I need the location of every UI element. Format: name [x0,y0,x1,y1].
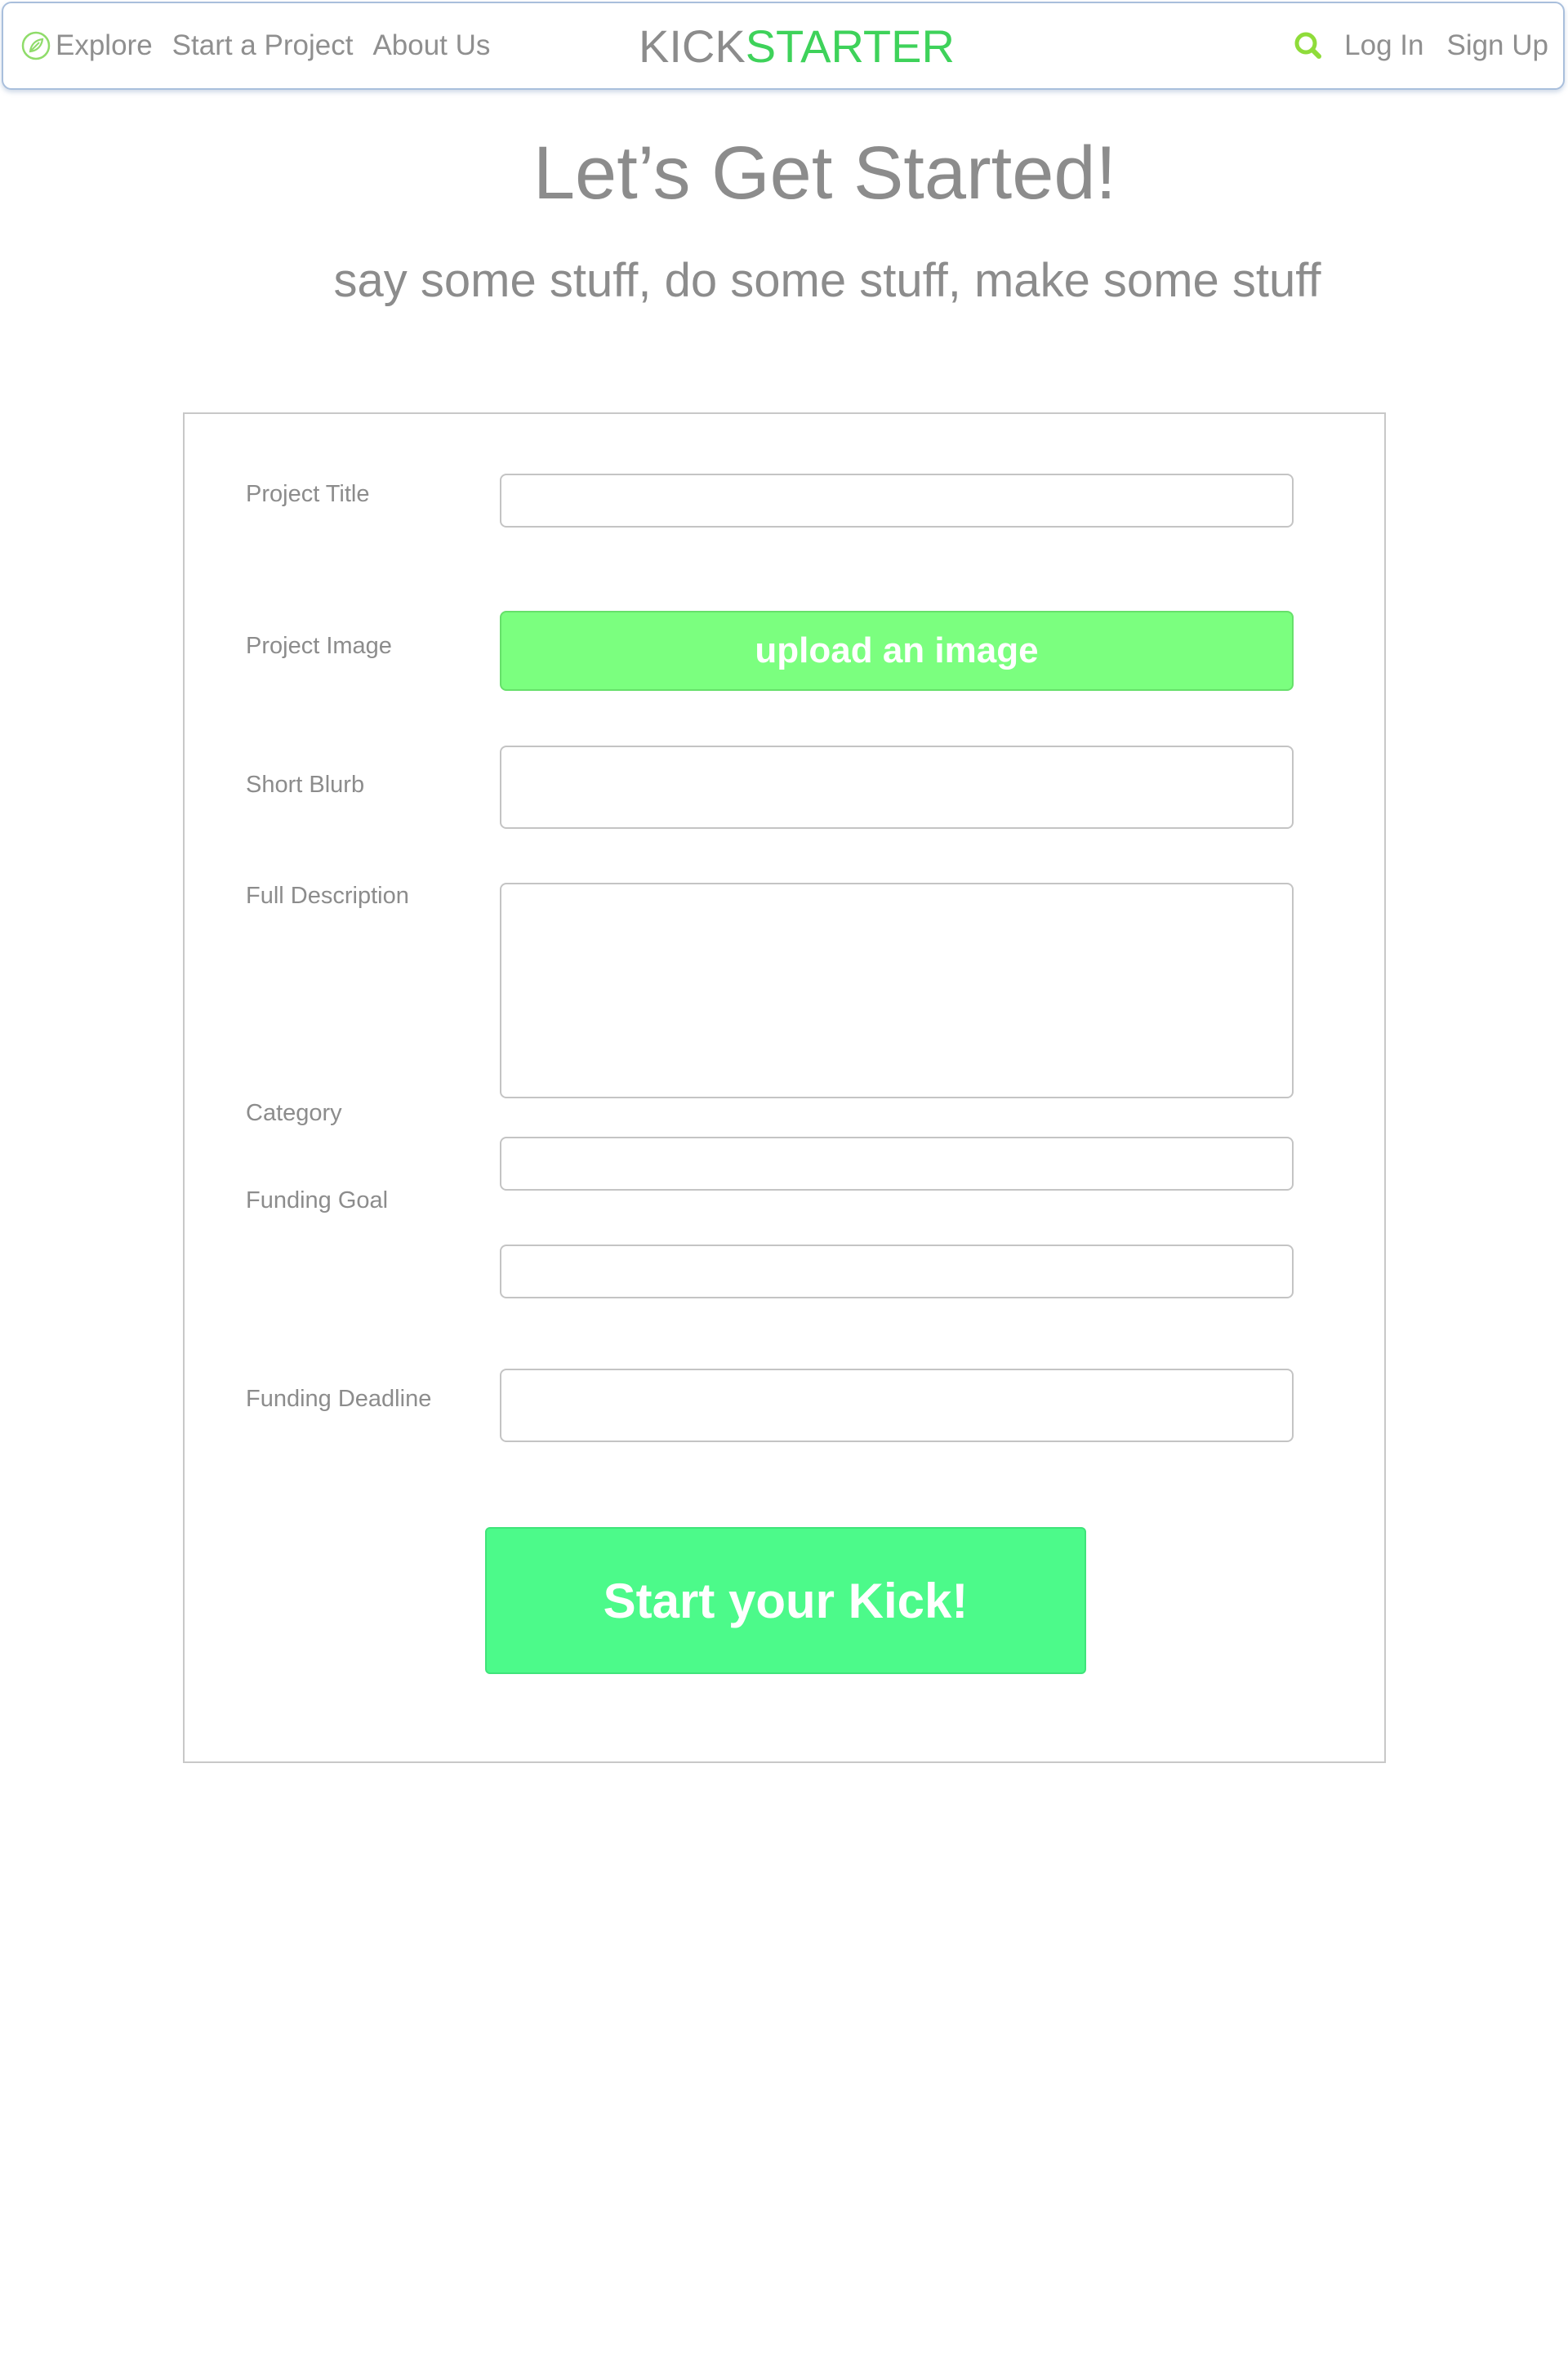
funding-deadline-label: Funding Deadline [246,1386,432,1412]
nav-about-link[interactable]: About Us [372,29,490,62]
short-blurb-label: Short Blurb [246,772,365,798]
search-icon[interactable] [1292,29,1325,62]
upload-image-button[interactable]: upload an image [500,611,1294,691]
nav-login-link[interactable]: Log In [1344,29,1423,62]
compass-leaf-icon [21,31,51,60]
funding-deadline-input[interactable] [500,1369,1294,1442]
top-navbar: Explore Start a Project About Us KICK STA… [2,2,1565,90]
full-description-textarea[interactable] [500,883,1294,1098]
nav-left-group: Explore Start a Project About Us [20,3,510,88]
logo-starter-text: STARTER [745,20,955,72]
nav-explore-label: Explore [56,29,153,61]
nav-start-project-link[interactable]: Start a Project [172,29,354,62]
page-subtitle: say some stuff, do some stuff, make some… [333,254,1321,307]
project-title-label: Project Title [246,481,370,507]
nav-right-group: Log In Sign Up [1292,3,1548,88]
category-label: Category [246,1100,342,1126]
logo-kick-text: KICK [639,20,746,72]
short-blurb-input[interactable] [500,746,1294,829]
full-description-label: Full Description [246,883,409,909]
funding-goal-label: Funding Goal [246,1187,389,1213]
kickstarter-logo[interactable]: KICK STARTER [639,3,955,88]
nav-explore-link[interactable]: Explore [20,29,153,62]
funding-goal-input[interactable] [500,1245,1294,1298]
project-form-card: Project Title Project Image upload an im… [183,412,1386,1763]
page-title: Let’s Get Started! [532,131,1117,215]
start-kick-submit-button[interactable]: Start your Kick! [485,1527,1086,1674]
project-image-label: Project Image [246,633,392,659]
category-input[interactable] [500,1137,1294,1191]
project-title-input[interactable] [500,474,1294,528]
nav-signup-link[interactable]: Sign Up [1446,29,1548,62]
